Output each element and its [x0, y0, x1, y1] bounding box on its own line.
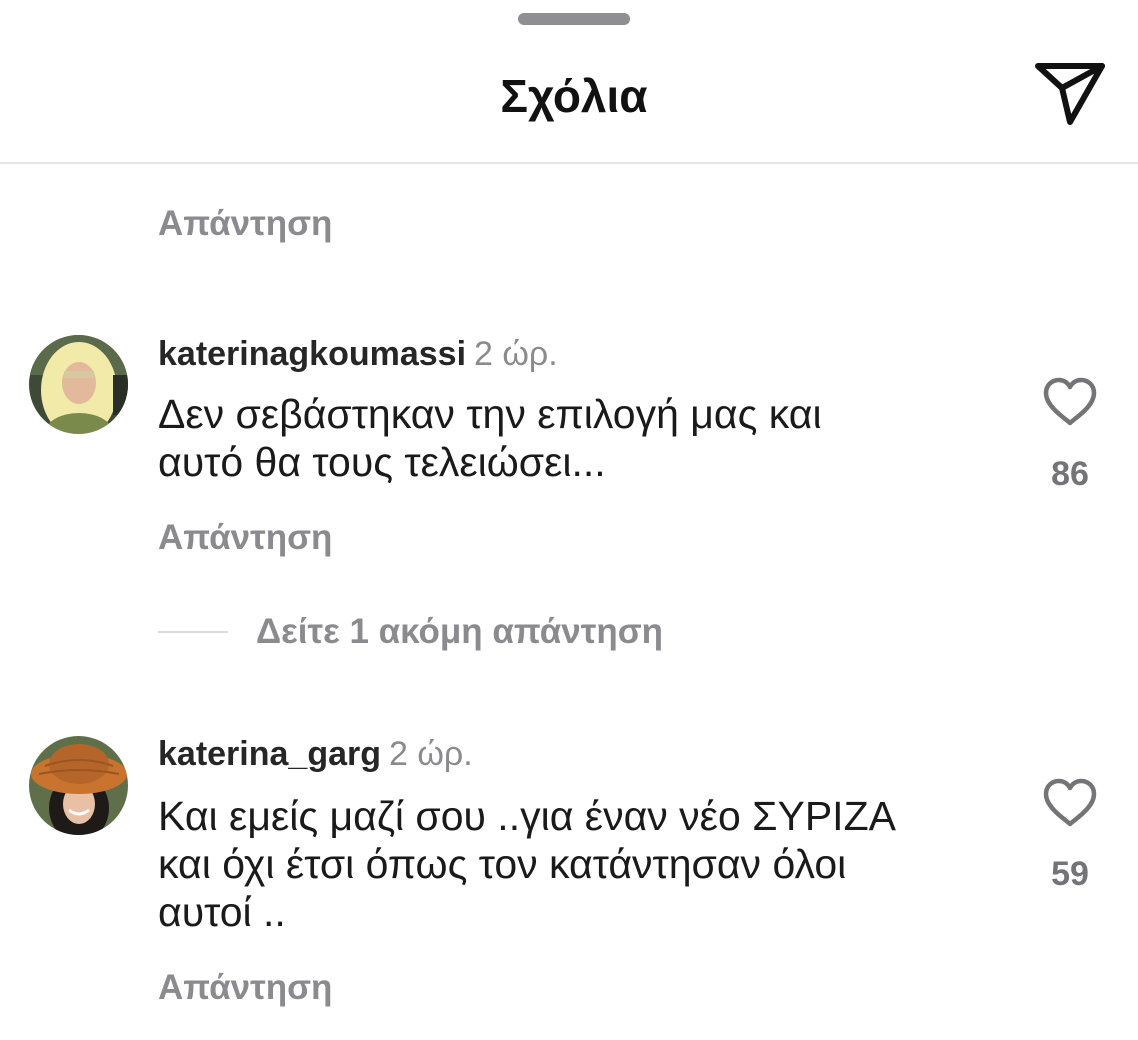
reply-button[interactable]: Απάντηση	[158, 202, 332, 246]
like-button[interactable]	[1042, 377, 1098, 427]
send-paper-plane-icon	[1035, 63, 1105, 125]
comment-meta: katerinagkoumassi 2 ώρ.	[158, 333, 558, 375]
drag-handle[interactable]	[518, 13, 630, 25]
comment-meta: katerina_garg 2 ώρ.	[158, 733, 473, 775]
comments-sheet: Σχόλια Απάντηση katerinagkoumassi 2 ώρ. Δ…	[0, 0, 1138, 1040]
timestamp: 2 ώρ.	[389, 735, 473, 773]
replies-divider	[158, 631, 228, 633]
username[interactable]: katerinagkoumassi	[158, 335, 466, 373]
view-more-replies-label: Δείτε 1 ακόμη απάντηση	[256, 612, 664, 651]
share-button[interactable]	[1030, 58, 1110, 130]
comment-text: Και εμείς μαζί σου ..για έναν νέο ΣΥΡΙΖΑ…	[158, 793, 896, 935]
heart-outline-icon	[1043, 377, 1097, 426]
page-title: Σχόλια	[500, 70, 648, 122]
like-button[interactable]	[1042, 778, 1098, 828]
like-count: 59	[1051, 855, 1089, 893]
heart-outline-icon	[1043, 778, 1097, 827]
avatar[interactable]	[29, 335, 128, 434]
avatar[interactable]	[29, 736, 128, 835]
reply-button[interactable]: Απάντηση	[158, 966, 332, 1010]
comment-text: Δεν σεβάστηκαν την επιλογή μας και αυτό …	[158, 391, 822, 485]
username[interactable]: katerina_garg	[158, 735, 381, 773]
sheet-header: Σχόλια	[0, 0, 1138, 164]
reply-button[interactable]: Απάντηση	[158, 516, 332, 560]
timestamp: 2 ώρ.	[474, 335, 558, 373]
like-count: 86	[1051, 455, 1089, 493]
